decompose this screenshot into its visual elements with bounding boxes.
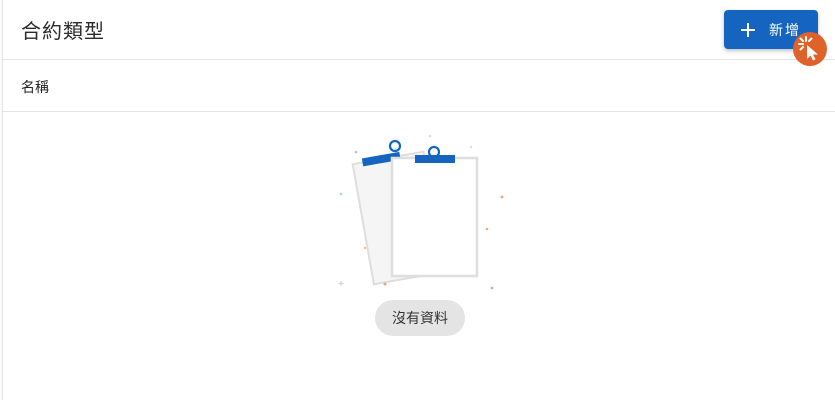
contract-types-card: 合約類型 新增 名稱 沒有資料 [2,0,835,400]
card-header: 合約類型 新增 [3,0,835,60]
page-title: 合約類型 [21,19,105,43]
clipboard-empty-illustration [338,134,504,290]
column-header-name[interactable]: 名稱 [21,77,49,97]
empty-state: 沒有資料 [3,112,835,400]
table-header: 名稱 [3,60,835,112]
plus-icon [741,22,755,37]
empty-state-badge: 沒有資料 [375,300,465,336]
click-cursor-icon [793,32,827,66]
